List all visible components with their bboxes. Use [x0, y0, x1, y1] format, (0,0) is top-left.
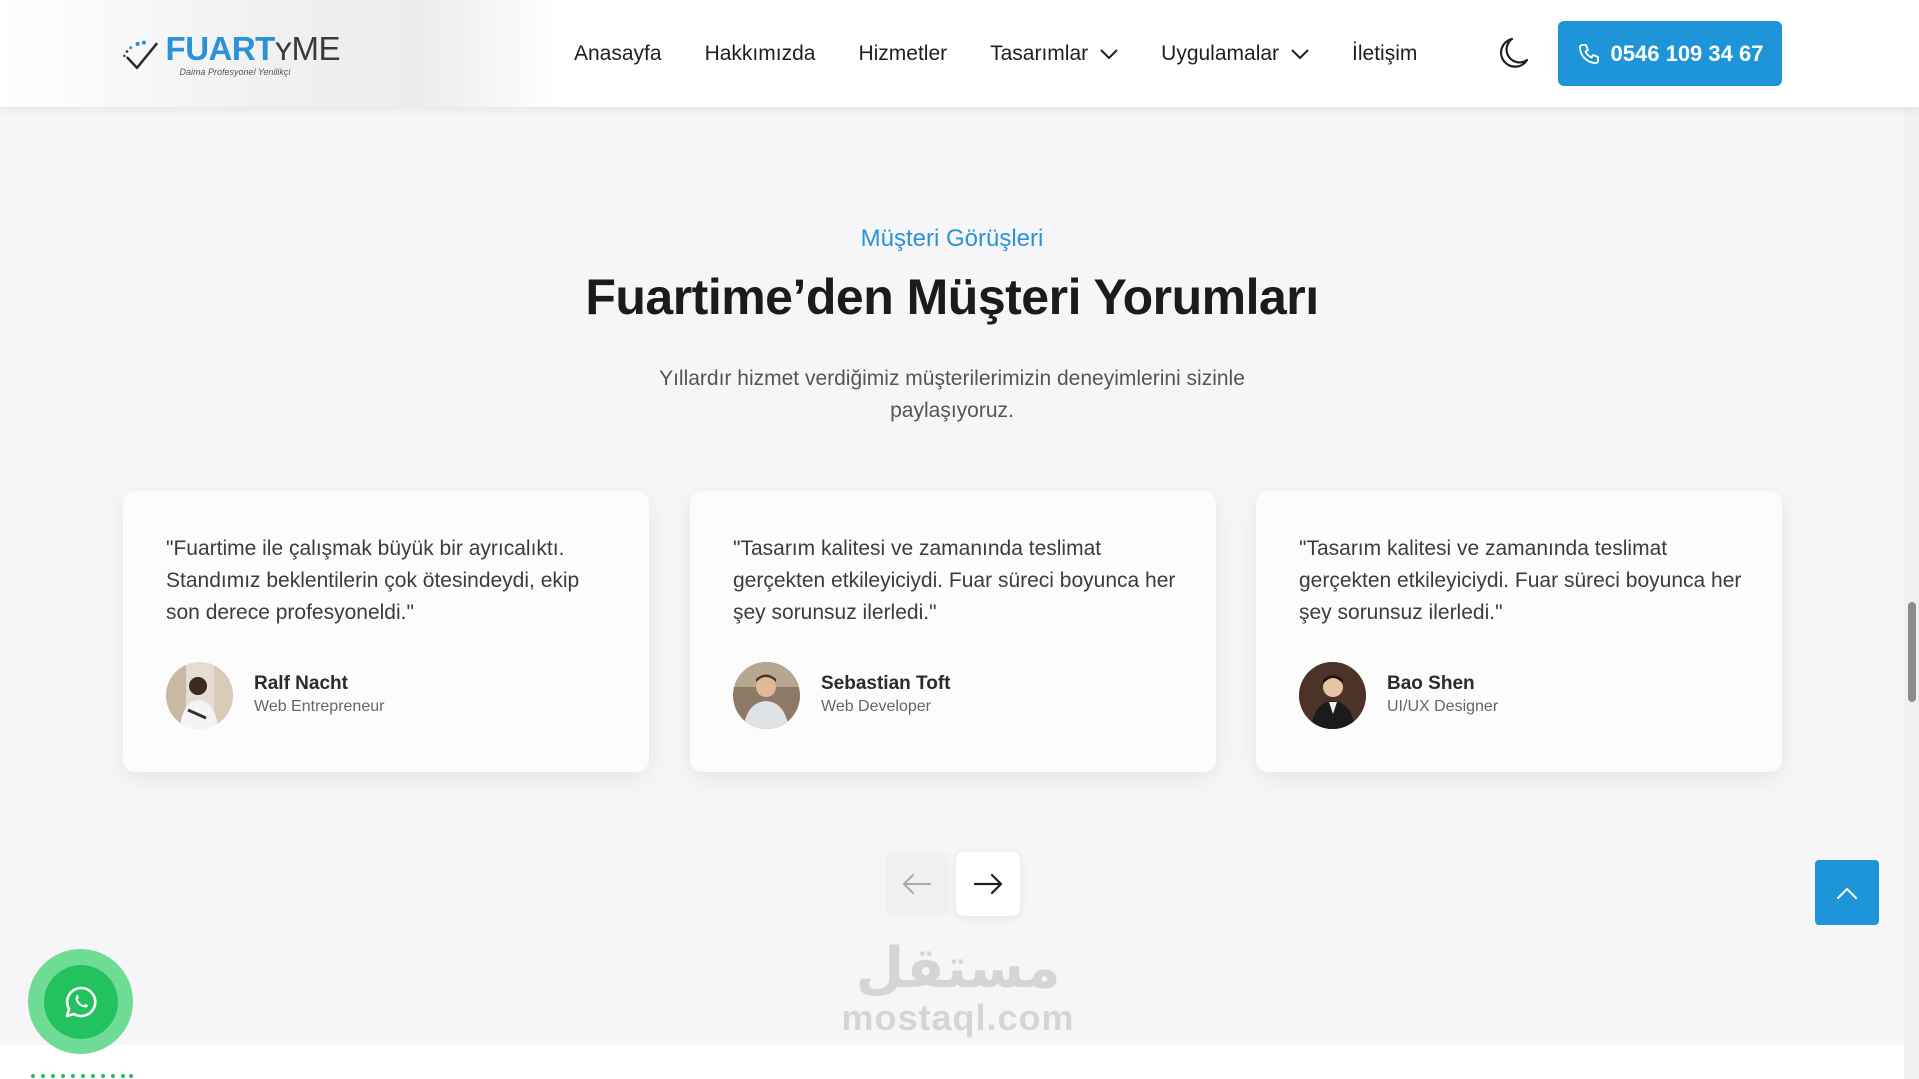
nav-item-anasayfa[interactable]: Anasayfa	[574, 42, 662, 66]
watermark-latin: mostaql.com	[841, 997, 1075, 1038]
whatsapp-icon	[65, 986, 96, 1017]
testimonial-card: "Fuartime ile çalışmak büyük bir ayrıcal…	[123, 491, 649, 772]
main-nav: Anasayfa Hakkımızda Hizmetler Tasarımlar…	[574, 0, 1460, 107]
moon-icon[interactable]	[1500, 36, 1530, 70]
arrow-right-icon	[973, 873, 1003, 895]
person-role: Web Developer	[821, 698, 931, 715]
arrow-left-icon	[903, 874, 931, 894]
scroll-to-top-button[interactable]	[1815, 860, 1879, 925]
avatar	[733, 662, 800, 729]
whatsapp-core	[43, 964, 118, 1039]
testimonial-card: "Tasarım kalitesi ve zamanında teslimat …	[1256, 491, 1782, 772]
logo-brand-time: ME	[291, 29, 341, 67]
nav-label: İletişim	[1352, 41, 1418, 65]
section-title: Fuartime’den Müşteri Yorumları	[585, 269, 1319, 325]
nav-item-tasarimlar[interactable]: Tasarımlar	[990, 42, 1118, 66]
carousel-next-button[interactable]	[956, 852, 1020, 916]
site-logo[interactable]: FUARTʏME Daima Profesyonel Yenilikçi	[120, 24, 340, 84]
person-name: Sebastian Toft	[821, 673, 951, 694]
nav-label: Hakkımızda	[704, 41, 816, 65]
logo-check-icon	[123, 40, 158, 70]
section-subtitle: Yıllardır hizmet verdiğimiz müşterilerim…	[659, 367, 1245, 422]
phone-number: 0546 109 34 67	[1610, 40, 1764, 66]
testimonial-quote: "Tasarım kalitesi ve zamanında teslimat …	[733, 537, 1176, 624]
logo-y-glyph: ʏ	[274, 29, 292, 67]
logo-wordmark: FUARTʏME Daima Profesyonel Yenilikçi	[165, 29, 341, 77]
avatar	[166, 662, 233, 729]
phone-icon	[1578, 43, 1599, 64]
nav-item-hizmetler[interactable]: Hizmetler	[858, 42, 947, 66]
nav-item-iletisim[interactable]: İletişim	[1352, 42, 1417, 66]
person-role: Web Entrepreneur	[254, 698, 385, 715]
footer-strip	[0, 1045, 1919, 1079]
phone-button[interactable]: 0546 109 34 67	[1558, 21, 1782, 86]
nav-label: Tasarımlar	[990, 41, 1089, 65]
nav-label: Anasayfa	[574, 41, 662, 65]
logo-brand-fuar: FUART	[165, 29, 276, 67]
person-name: Ralf Nacht	[254, 673, 348, 694]
chevron-up-icon	[1837, 887, 1857, 899]
carousel-prev-button[interactable]	[885, 852, 949, 916]
watermark-arabic: مستقل	[855, 936, 1061, 1001]
testimonial-quote: "Fuartime ile çalışmak büyük bir ayrıcal…	[166, 537, 580, 624]
nav-item-hakkimizda[interactable]: Hakkımızda	[705, 42, 816, 66]
chevron-down-icon	[1100, 48, 1118, 59]
person-role: UI/UX Designer	[1387, 698, 1499, 715]
page-scrollbar[interactable]	[1904, 0, 1919, 1079]
nav-label: Uygulamalar	[1161, 41, 1280, 65]
person-name: Bao Shen	[1387, 673, 1475, 694]
testimonial-card: "Tasarım kalitesi ve zamanında teslimat …	[690, 491, 1216, 772]
loading-dots	[31, 1074, 133, 1078]
logo-tagline: Daima Profesyonel Yenilikçi	[179, 66, 291, 77]
avatar	[1299, 662, 1366, 729]
chevron-down-icon	[1291, 48, 1309, 59]
nav-item-uygulamalar[interactable]: Uygulamalar	[1161, 42, 1309, 66]
mostaql-watermark: مستقل mostaql.com	[838, 938, 1078, 1036]
site-header: FUARTʏME Daima Profesyonel Yenilikçi Ana…	[0, 0, 1919, 107]
scrollbar-thumb[interactable]	[1908, 602, 1916, 702]
nav-label: Hizmetler	[858, 41, 948, 65]
whatsapp-button[interactable]	[28, 949, 133, 1054]
testimonial-quote: "Tasarım kalitesi ve zamanında teslimat …	[1299, 537, 1742, 624]
section-eyebrow: Müşteri Görüşleri	[860, 225, 1044, 252]
